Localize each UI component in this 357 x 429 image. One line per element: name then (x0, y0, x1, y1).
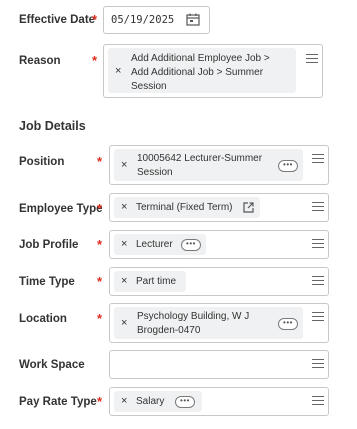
position-remove-icon[interactable]: × (121, 159, 127, 172)
job-profile-remove-icon[interactable]: × (121, 238, 127, 251)
reason-line-1: Add Additional Employee Job > (131, 53, 270, 64)
time-type-input[interactable]: × Part time (109, 267, 329, 296)
position-line-2: Session (137, 167, 173, 178)
position-more-icon[interactable]: ••• (278, 160, 298, 172)
location-pill: × Psychology Building, W J Brogden-0470 … (114, 307, 303, 339)
reason-pill: × Add Additional Employee Job > Add Addi… (108, 48, 296, 93)
position-pill: × 10005642 Lecturer-Summer Session ••• (114, 149, 303, 181)
reason-line-2: Add Additional Job > Summer (131, 67, 264, 78)
location-list-icon[interactable] (312, 312, 324, 322)
job-profile-label: Job Profile (19, 239, 79, 251)
job-profile-input[interactable]: × Lecturer ••• (109, 230, 329, 259)
position-line-1: 10005642 Lecturer-Summer (137, 153, 263, 164)
reason-remove-icon[interactable]: × (115, 65, 121, 78)
employee-type-remove-icon[interactable]: × (121, 201, 127, 214)
work-space-list-icon[interactable] (312, 359, 324, 369)
position-label: Position (19, 156, 65, 168)
time-type-label: Time Type (19, 276, 75, 288)
location-more-icon[interactable]: ••• (278, 318, 298, 330)
location-required: * (97, 311, 103, 326)
position-required: * (97, 154, 103, 169)
time-type-value: Part time (136, 276, 177, 287)
job-profile-value: Lecturer (136, 239, 173, 250)
location-line-1: Psychology Building, W J (137, 311, 250, 322)
job-details-heading: Job Details (19, 119, 86, 133)
job-profile-list-icon[interactable] (312, 239, 324, 249)
pay-rate-type-remove-icon[interactable]: × (121, 395, 127, 408)
employee-type-pill: × Terminal (Fixed Term) (114, 197, 260, 218)
pay-rate-type-pill: × Salary ••• (114, 391, 202, 412)
reason-list-icon[interactable] (306, 54, 318, 64)
time-type-required: * (97, 274, 103, 289)
position-list-icon[interactable] (312, 154, 324, 164)
pay-rate-type-label: Pay Rate Type (19, 396, 97, 408)
work-space-label: Work Space (19, 359, 85, 371)
job-profile-more-icon[interactable]: ••• (181, 239, 201, 251)
employee-type-input[interactable]: × Terminal (Fixed Term) (109, 193, 329, 222)
employee-type-label: Employee Type (19, 203, 103, 215)
pay-rate-type-list-icon[interactable] (312, 396, 324, 406)
time-type-remove-icon[interactable]: × (121, 275, 127, 288)
effective-date-value: 05/19/2025 (111, 14, 175, 26)
effective-date-required: * (92, 12, 98, 27)
employee-type-required: * (97, 201, 103, 216)
work-space-input[interactable] (109, 350, 329, 379)
reason-line-3: Session (131, 81, 167, 92)
employee-type-value: Terminal (Fixed Term) (136, 202, 233, 213)
job-profile-pill: × Lecturer ••• (114, 234, 206, 255)
pay-rate-type-more-icon[interactable]: ••• (175, 396, 195, 408)
reason-input[interactable]: × Add Additional Employee Job > Add Addi… (103, 44, 323, 98)
external-link-icon[interactable] (243, 202, 254, 213)
pay-rate-type-input[interactable]: × Salary ••• (109, 387, 329, 416)
effective-date-label: Effective Date (19, 14, 96, 26)
location-remove-icon[interactable]: × (121, 317, 127, 330)
position-input[interactable]: × 10005642 Lecturer-Summer Session ••• (109, 145, 329, 185)
pay-rate-type-value: Salary (136, 396, 165, 407)
employee-type-list-icon[interactable] (312, 202, 324, 212)
reason-required: * (92, 53, 98, 68)
location-input[interactable]: × Psychology Building, W J Brogden-0470 … (109, 303, 329, 343)
calendar-icon[interactable] (186, 13, 200, 26)
time-type-pill: × Part time (114, 271, 186, 292)
time-type-list-icon[interactable] (312, 276, 324, 286)
reason-label: Reason (19, 55, 61, 67)
pay-rate-type-required: * (97, 394, 103, 409)
effective-date-input[interactable]: 05/19/2025 (103, 6, 210, 34)
location-label: Location (19, 313, 67, 325)
job-profile-required: * (97, 237, 103, 252)
location-line-2: Brogden-0470 (137, 325, 201, 336)
